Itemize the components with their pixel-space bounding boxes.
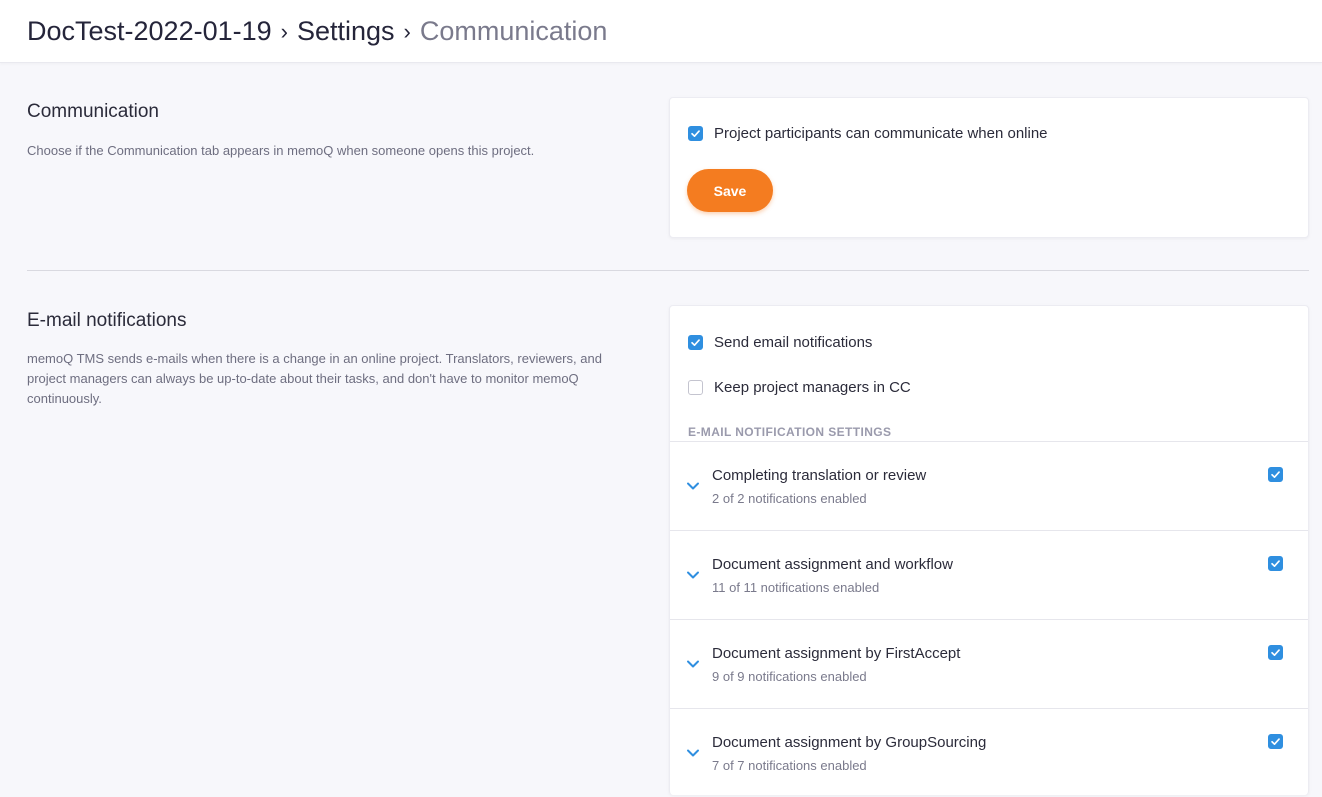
notification-group-title: Completing translation or review	[712, 467, 927, 484]
breadcrumb-current: Communication	[419, 15, 608, 46]
communication-section-title: Communication	[27, 101, 159, 122]
notification-group-row[interactable]: Completing translation or review 2 of 2 …	[670, 441, 1308, 530]
notification-group-checkbox[interactable]	[1268, 467, 1283, 482]
notification-group-checkbox[interactable]	[1268, 645, 1283, 660]
communication-card: Project participants can communicate whe…	[669, 97, 1309, 238]
notification-group-title: Document assignment and workflow	[712, 556, 953, 573]
notification-group-count: 7 of 7 notifications enabled	[712, 758, 867, 773]
notification-group-row[interactable]: Document assignment by GroupSourcing 7 o…	[670, 708, 1308, 797]
chevron-down-icon[interactable]	[686, 568, 700, 582]
notification-group-checkbox[interactable]	[1268, 556, 1283, 571]
section-divider	[27, 270, 1309, 271]
send-email-checkbox[interactable]	[688, 335, 703, 350]
communication-section-description: Choose if the Communication tab appears …	[27, 143, 535, 158]
checkmark-icon	[1271, 738, 1280, 745]
checkmark-icon	[691, 339, 700, 346]
cc-managers-option[interactable]: Keep project managers in CC	[688, 379, 911, 396]
notification-group-row[interactable]: Document assignment by FirstAccept 9 of …	[670, 619, 1308, 708]
email-section-title: E-mail notifications	[27, 310, 187, 331]
checkmark-icon	[691, 130, 700, 137]
email-notifications-card: Send email notifications Keep project ma…	[669, 305, 1309, 795]
notification-group-title: Document assignment by GroupSourcing	[712, 734, 987, 751]
breadcrumb-settings-link[interactable]: Settings	[297, 16, 395, 47]
communication-checkbox[interactable]	[688, 126, 703, 141]
checkmark-icon	[1271, 649, 1280, 656]
cc-managers-checkbox[interactable]	[688, 380, 703, 395]
breadcrumb-chevron-icon: ›	[403, 19, 411, 44]
chevron-down-icon[interactable]	[686, 479, 700, 493]
notification-group-count: 9 of 9 notifications enabled	[712, 669, 867, 684]
breadcrumb: DocTest-2022-01-19 › Settings › Communic…	[0, 0, 1322, 63]
send-email-label: Send email notifications	[714, 334, 873, 351]
communication-option[interactable]: Project participants can communicate whe…	[688, 125, 1048, 142]
cc-managers-label: Keep project managers in CC	[714, 379, 911, 396]
send-email-option[interactable]: Send email notifications	[688, 334, 872, 351]
communication-option-label: Project participants can communicate whe…	[714, 125, 1048, 142]
notification-group-title: Document assignment by FirstAccept	[712, 645, 961, 662]
checkmark-icon	[1271, 560, 1280, 567]
breadcrumb-project-link[interactable]: DocTest-2022-01-19	[27, 16, 272, 47]
notification-settings-heading: E-MAIL NOTIFICATION SETTINGS	[688, 425, 892, 439]
save-button[interactable]: Save	[687, 169, 773, 212]
chevron-down-icon[interactable]	[686, 657, 700, 671]
chevron-down-icon[interactable]	[686, 746, 700, 760]
notification-group-count: 2 of 2 notifications enabled	[712, 491, 867, 506]
checkmark-icon	[1271, 471, 1280, 478]
email-section-description: memoQ TMS sends e-mails when there is a …	[27, 351, 602, 406]
notification-group-row[interactable]: Document assignment and workflow 11 of 1…	[670, 530, 1308, 619]
notification-group-count: 11 of 11 notifications enabled	[712, 580, 880, 595]
breadcrumb-chevron-icon: ›	[280, 19, 288, 44]
notification-group-checkbox[interactable]	[1268, 734, 1283, 749]
